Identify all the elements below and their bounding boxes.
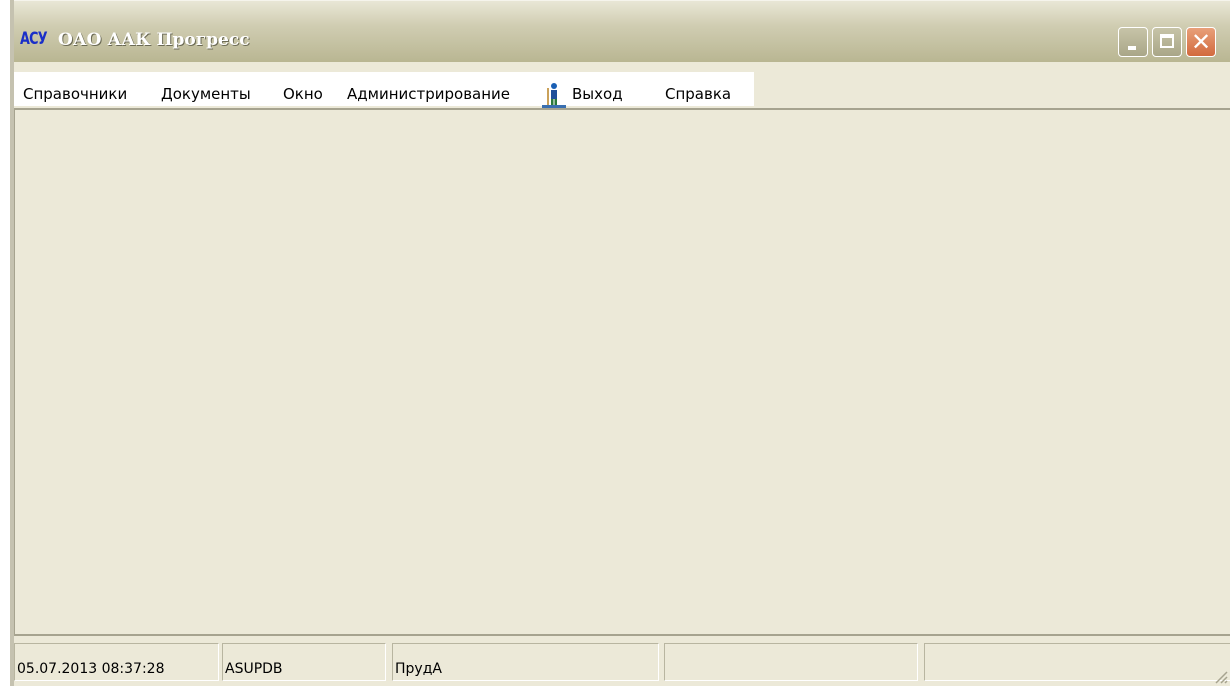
menu-item-administration[interactable]: Администрирование	[347, 85, 510, 103]
menu-item-help[interactable]: Справка	[665, 85, 731, 103]
mdi-client-area[interactable]	[14, 108, 1230, 636]
status-bar: 05.07.2013 08:37:28 ASUPDB ПрудА	[14, 634, 1230, 686]
status-database: ASUPDB	[225, 661, 283, 677]
status-user: ПрудА	[395, 661, 442, 677]
menu-item-window[interactable]: Окно	[283, 85, 323, 103]
menu-bar: Справочники Документы Окно Администриров…	[14, 62, 1230, 108]
main-window: АСУ ОАО ААК Прогресс ✕ Справочники Докум…	[10, 0, 1230, 686]
status-panel-5	[924, 643, 1230, 681]
maximize-icon	[1160, 34, 1174, 48]
exit-person-icon	[542, 83, 566, 108]
menu-item-references[interactable]: Справочники	[23, 85, 127, 103]
resize-grip-icon[interactable]	[1214, 670, 1228, 684]
menu-strip: Справочники Документы Окно Администриров…	[14, 72, 754, 108]
minimize-icon	[1128, 46, 1136, 50]
status-panel-4	[664, 643, 918, 681]
close-icon: ✕	[1190, 28, 1212, 56]
close-button[interactable]: ✕	[1186, 27, 1216, 57]
app-logo-icon: АСУ	[20, 29, 48, 49]
status-panel-database: ASUPDB	[222, 643, 386, 681]
status-panel-datetime: 05.07.2013 08:37:28	[14, 643, 219, 681]
status-panel-user: ПрудА	[392, 643, 659, 681]
menu-item-exit[interactable]: Выход	[542, 79, 652, 111]
minimize-button[interactable]	[1118, 27, 1148, 57]
status-datetime: 05.07.2013 08:37:28	[17, 661, 165, 677]
title-bar[interactable]: АСУ ОАО ААК Прогресс ✕	[14, 0, 1230, 62]
maximize-button[interactable]	[1152, 27, 1182, 57]
menu-item-exit-label: Выход	[572, 85, 623, 103]
menu-item-documents[interactable]: Документы	[161, 85, 251, 103]
window-title: ОАО ААК Прогресс	[58, 30, 250, 50]
